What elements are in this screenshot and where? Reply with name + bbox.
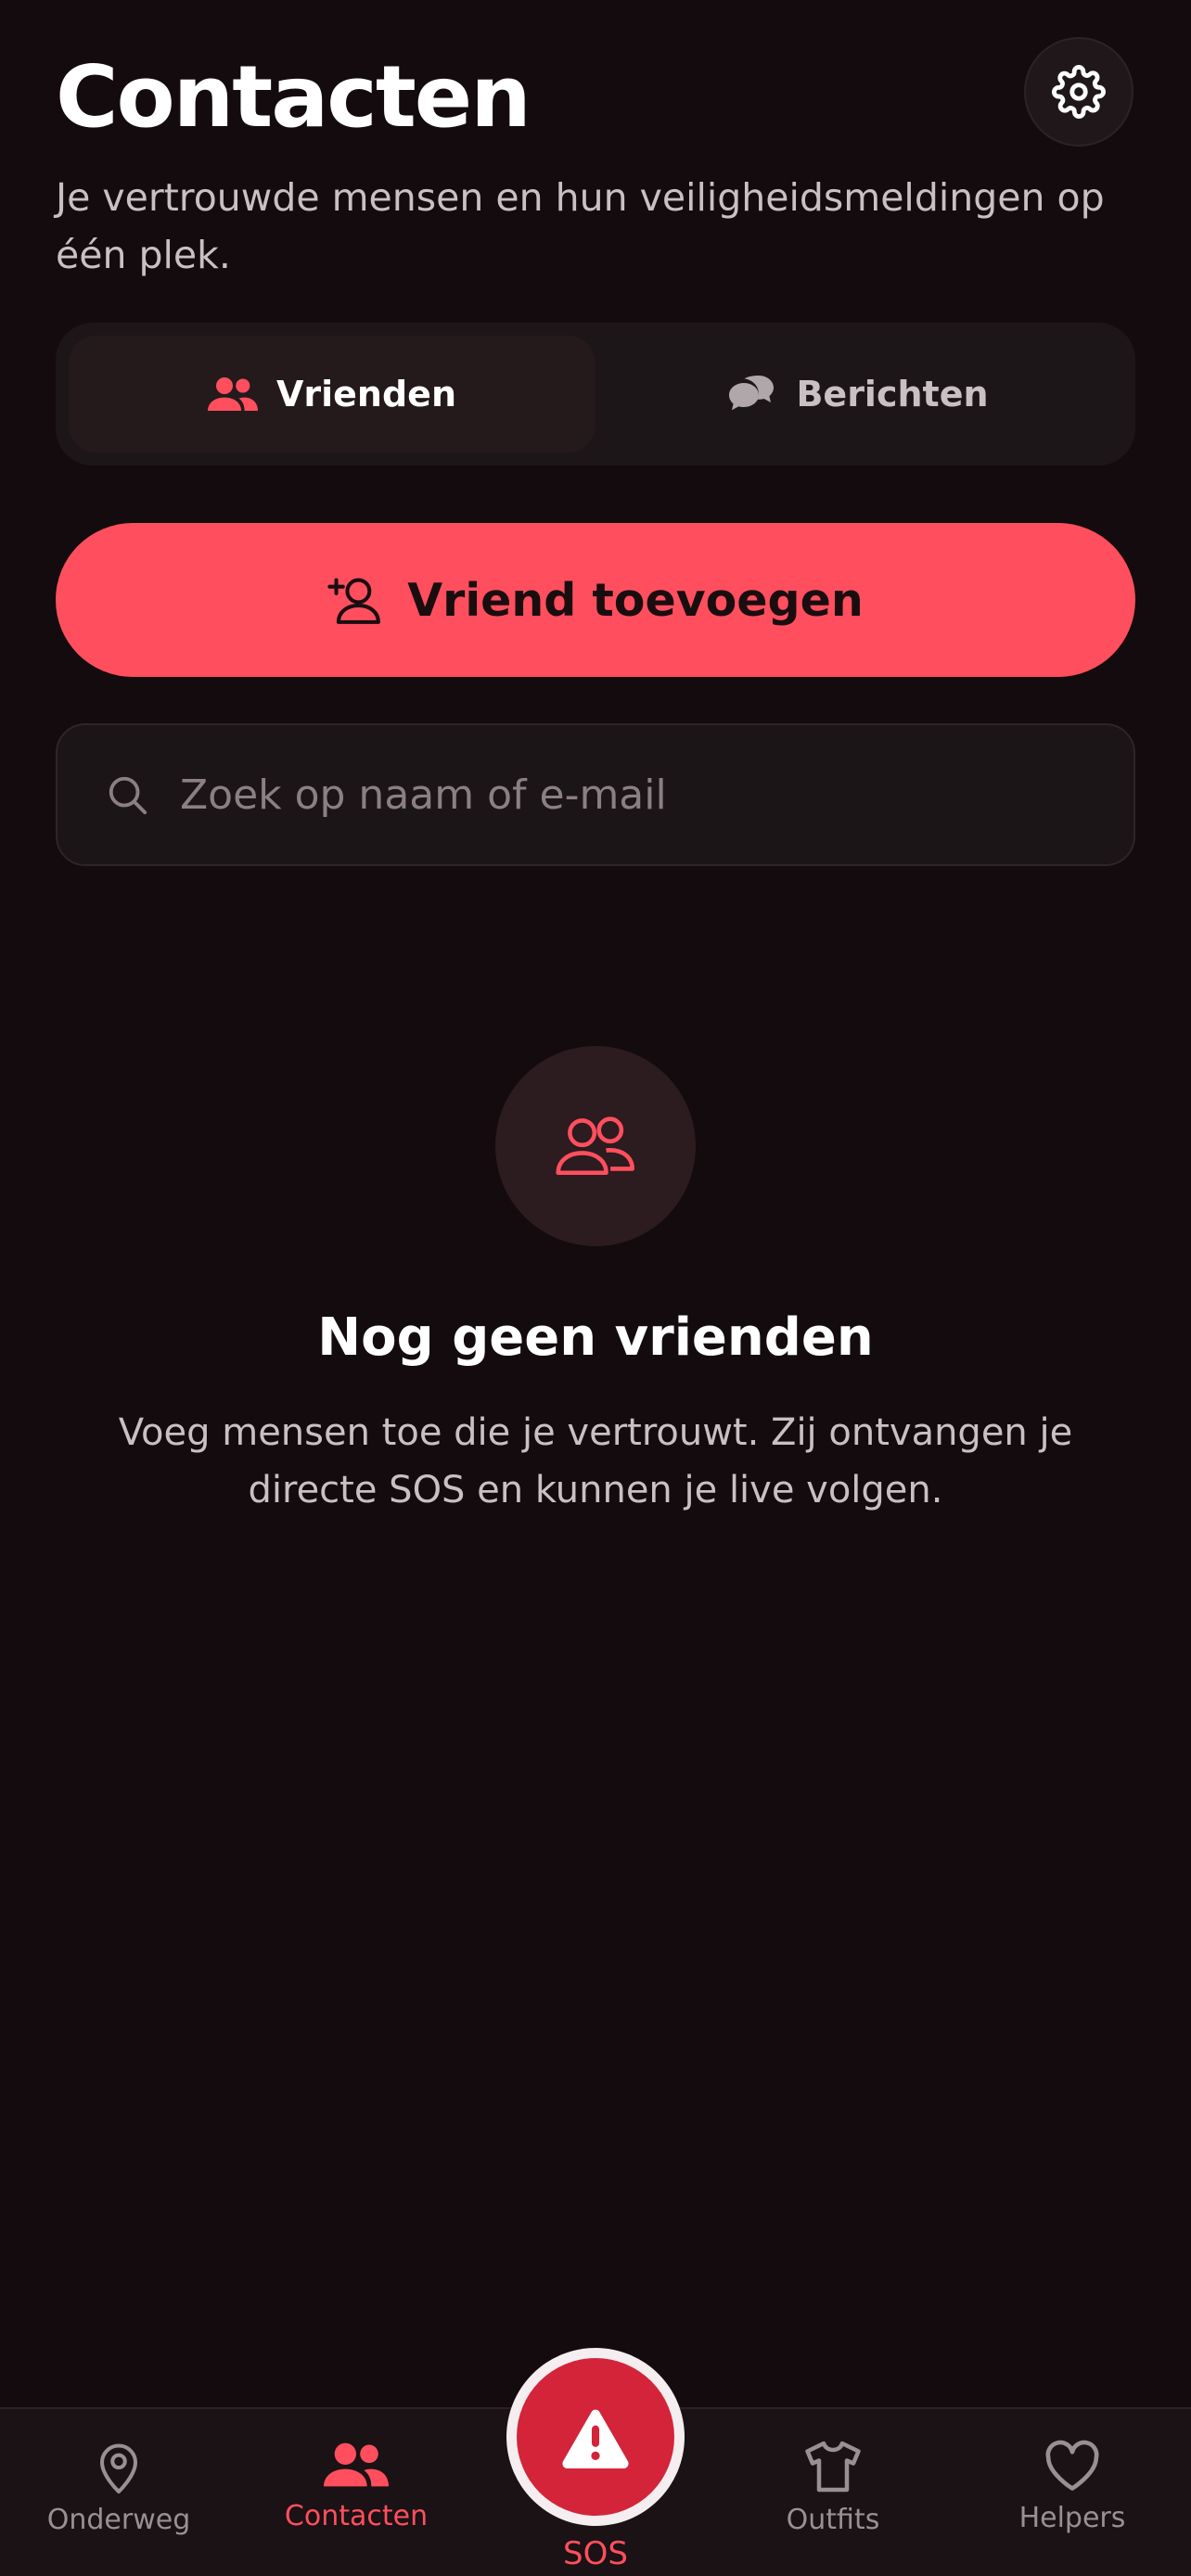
users-icon — [324, 2442, 389, 2487]
segmented-tabs: Vrienden Berichten — [56, 323, 1135, 465]
tab-berichten[interactable]: Berichten — [596, 336, 1122, 453]
add-friend-button[interactable]: Vriend toevoegen — [56, 523, 1135, 677]
contacts-screen: Contacten Je vertrouwde mensen en hun ve… — [0, 0, 1191, 2576]
nav-outfits-label: Outfits — [786, 2504, 880, 2536]
empty-state-text: Voeg mensen toe die je vertrouwt. Zij on… — [118, 1411, 1073, 1511]
nav-onderweg-label: Onderweg — [46, 2504, 191, 2536]
nav-helpers-label: Helpers — [1018, 2502, 1126, 2534]
page-subtitle: Je vertrouwde mensen en hun veiligheidsm… — [56, 175, 1105, 277]
empty-state-icon-circle — [495, 1046, 696, 1246]
users-icon — [556, 1116, 634, 1176]
chat-bubbles-icon — [729, 376, 775, 411]
tab-vrienden[interactable]: Vrienden — [69, 336, 596, 453]
tab-vrienden-label: Vrienden — [275, 374, 457, 414]
tab-berichten-label: Berichten — [796, 374, 989, 414]
gear-icon — [1052, 65, 1106, 119]
settings-button[interactable] — [1024, 37, 1133, 147]
search-field[interactable] — [56, 723, 1135, 866]
warning-icon — [562, 2409, 629, 2468]
page-title: Contacten — [56, 47, 531, 147]
sos-label: SOS — [563, 2535, 628, 2572]
shirt-icon — [805, 2441, 861, 2493]
sos-button[interactable] — [506, 2348, 685, 2526]
map-pin-icon — [99, 2443, 138, 2494]
nav-contacten-label: Contacten — [284, 2500, 429, 2532]
users-icon — [207, 377, 258, 411]
add-friend-label: Vriend toevoegen — [407, 573, 864, 627]
empty-state-title: Nog geen vrienden — [317, 1307, 874, 1368]
heart-icon — [1045, 2440, 1099, 2491]
sos-button-inner — [517, 2358, 674, 2516]
search-input[interactable] — [180, 771, 1133, 819]
user-plus-icon — [327, 578, 381, 624]
search-icon — [109, 776, 147, 815]
